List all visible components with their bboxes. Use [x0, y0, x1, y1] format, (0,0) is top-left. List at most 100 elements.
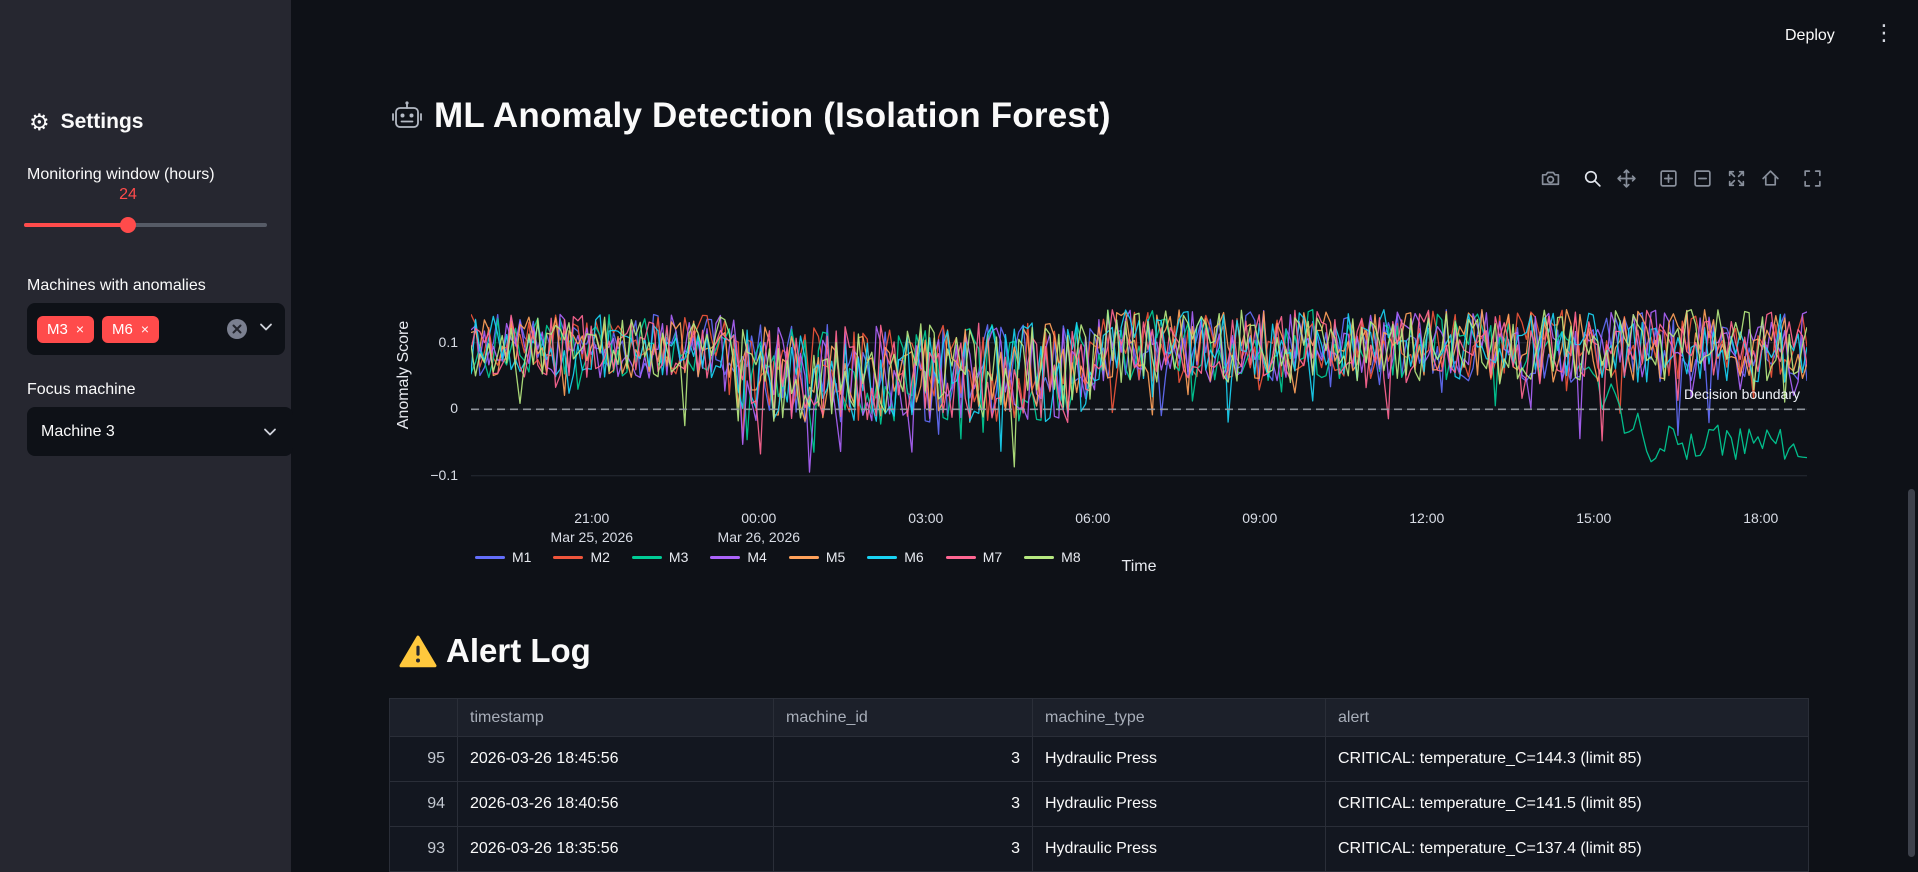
selected-chip[interactable]: M3 × [37, 315, 95, 343]
modebar-reset-icon[interactable] [1760, 168, 1781, 189]
table-cell: Hydraulic Press [1033, 782, 1326, 827]
modebar-pan-icon[interactable] [1616, 168, 1637, 189]
legend-label: M1 [512, 549, 532, 565]
modebar-camera-icon[interactable] [1540, 168, 1561, 189]
slider-fill [24, 223, 129, 227]
legend-label: M3 [668, 549, 689, 565]
y-tick-label: −0.1 [430, 466, 458, 483]
modebar-zoom-icon[interactable] [1582, 168, 1603, 189]
x-tick-label: 15:00 [1576, 510, 1612, 526]
anomaly-chart[interactable] [471, 285, 1807, 485]
table-cell: CRITICAL: temperature_C=137.4 (limit 85) [1326, 827, 1809, 872]
legend-item-M8[interactable]: M8 [1024, 549, 1081, 565]
chip-label: M3 [47, 320, 68, 338]
y-tick-label: 0.1 [438, 333, 458, 350]
table-row[interactable]: 94 2026-03-26 18:40:56 3 Hydraulic Press CRI… [390, 782, 1809, 827]
x-tick-sublabel: Mar 25, 2026 [550, 529, 634, 545]
legend-item-M3[interactable]: M3 [631, 549, 689, 565]
alert-log-heading: Alert Log [446, 632, 591, 669]
table-row[interactable]: 93 2026-03-26 18:35:56 3 Hydraulic Press CRI… [390, 827, 1809, 872]
table-header-cell: machine_id [774, 699, 1033, 737]
table-cell: 2026-03-26 18:45:56 [458, 737, 774, 782]
chip-label: M6 [112, 320, 133, 338]
x-tick-label: 09:00 [1242, 510, 1278, 526]
table-cell: 3 [774, 737, 1033, 782]
chip-remove-icon[interactable]: × [76, 322, 84, 336]
legend-swatch [867, 555, 898, 559]
modebar-autoscale-icon[interactable] [1726, 168, 1747, 189]
x-tick-sublabel: Mar 26, 2026 [717, 529, 801, 545]
series-line-M7 [471, 309, 1807, 455]
modebar-zoom-in-icon[interactable] [1658, 168, 1679, 189]
chevron-down-icon[interactable] [261, 423, 279, 441]
x-tick-label: 06:00 [1075, 510, 1111, 526]
legend-item-M5[interactable]: M5 [788, 549, 845, 565]
legend-swatch [553, 555, 584, 559]
monitoring-slider[interactable] [24, 216, 267, 234]
decision-boundary-label: Decision boundary [1684, 386, 1800, 402]
table-row[interactable]: 95 2026-03-26 18:45:56 3 Hydraulic Press CRI… [390, 737, 1809, 782]
legend-swatch [1024, 555, 1055, 559]
legend-label: M8 [1061, 549, 1081, 565]
legend-item-M7[interactable]: M7 [945, 549, 1003, 565]
page-title: ML Anomaly Detection (Isolation Forest) [434, 96, 1111, 135]
y-tick-label: 0 [450, 400, 458, 417]
modebar-zoom-out-icon[interactable] [1692, 168, 1713, 189]
alert-table[interactable]: timestamp machine_id machine_type alert 95 20… [389, 698, 1809, 872]
x-tick-label: 18:00 [1743, 510, 1779, 526]
modebar-fullscreen-icon[interactable] [1802, 168, 1823, 189]
deploy-button[interactable]: Deploy [1785, 27, 1835, 45]
machines-label: Machines with anomalies [27, 277, 206, 294]
monitoring-window-label: Monitoring window (hours) [27, 166, 215, 183]
table-cell: 3 [774, 782, 1033, 827]
x-axis-title: Time [1121, 558, 1157, 575]
table-cell: 94 [390, 782, 458, 827]
table-header-cell: machine_type [1033, 699, 1326, 737]
settings-title: Settings [60, 110, 144, 133]
clear-all-icon[interactable] [227, 319, 247, 339]
table-cell: CRITICAL: temperature_C=141.5 (limit 85) [1326, 782, 1809, 827]
slider-value: 24 [119, 186, 137, 203]
x-tick-label: 12:00 [1409, 510, 1445, 526]
legend-label: M7 [982, 549, 1003, 565]
table-cell: 3 [774, 827, 1033, 872]
machines-multiselect[interactable]: M3 × M6 × [27, 303, 285, 355]
focus-machine-label: Focus machine [27, 381, 136, 398]
chart-legend: M1 M2 M3 M4 M5 M6 M7 M8 [475, 549, 1081, 565]
legend-item-M6[interactable]: M6 [867, 549, 924, 565]
legend-item-M2[interactable]: M2 [553, 549, 610, 565]
x-tick-label: 21:00 [574, 510, 610, 526]
x-tick-label: 00:00 [741, 510, 777, 526]
chip-remove-icon[interactable]: × [141, 322, 149, 336]
legend-item-M4[interactable]: M4 [710, 549, 767, 565]
series-line-M2 [471, 309, 1807, 444]
table-header-cell: timestamp [458, 699, 774, 737]
legend-item-M1[interactable]: M1 [475, 549, 531, 565]
focus-machine-value: Machine 3 [41, 422, 115, 440]
legend-swatch [631, 555, 662, 559]
table-header-row: timestamp machine_id machine_type alert [390, 699, 1809, 737]
gear-icon: ⚙ [29, 108, 50, 135]
legend-swatch [475, 555, 505, 559]
legend-label: M2 [590, 549, 610, 565]
chart-modebar [1540, 168, 1823, 189]
slider-thumb[interactable] [120, 217, 137, 233]
table-cell: CRITICAL: temperature_C=144.3 (limit 85) [1326, 737, 1809, 782]
settings-header: ⚙ Settings [29, 110, 143, 134]
table-cell: Hydraulic Press [1033, 827, 1326, 872]
x-tick-label: 03:00 [908, 510, 944, 526]
table-header-cell [390, 699, 458, 737]
scrollbar-thumb[interactable] [1908, 489, 1915, 857]
table-header-cell: alert [1326, 699, 1809, 737]
selected-chip[interactable]: M6 × [102, 315, 160, 343]
table-cell: Hydraulic Press [1033, 737, 1326, 782]
kebab-menu-icon[interactable]: ⋮ [1872, 20, 1896, 46]
chevron-down-icon[interactable] [257, 318, 275, 341]
focus-machine-select[interactable]: Machine 3 [27, 407, 293, 456]
legend-swatch [945, 555, 976, 559]
sidebar: ⚙ Settings Monitoring window (hours) 24 … [0, 0, 293, 872]
table-cell: 93 [390, 827, 458, 872]
legend-label: M6 [904, 549, 924, 565]
legend-label: M4 [747, 549, 767, 565]
legend-swatch [788, 555, 819, 559]
